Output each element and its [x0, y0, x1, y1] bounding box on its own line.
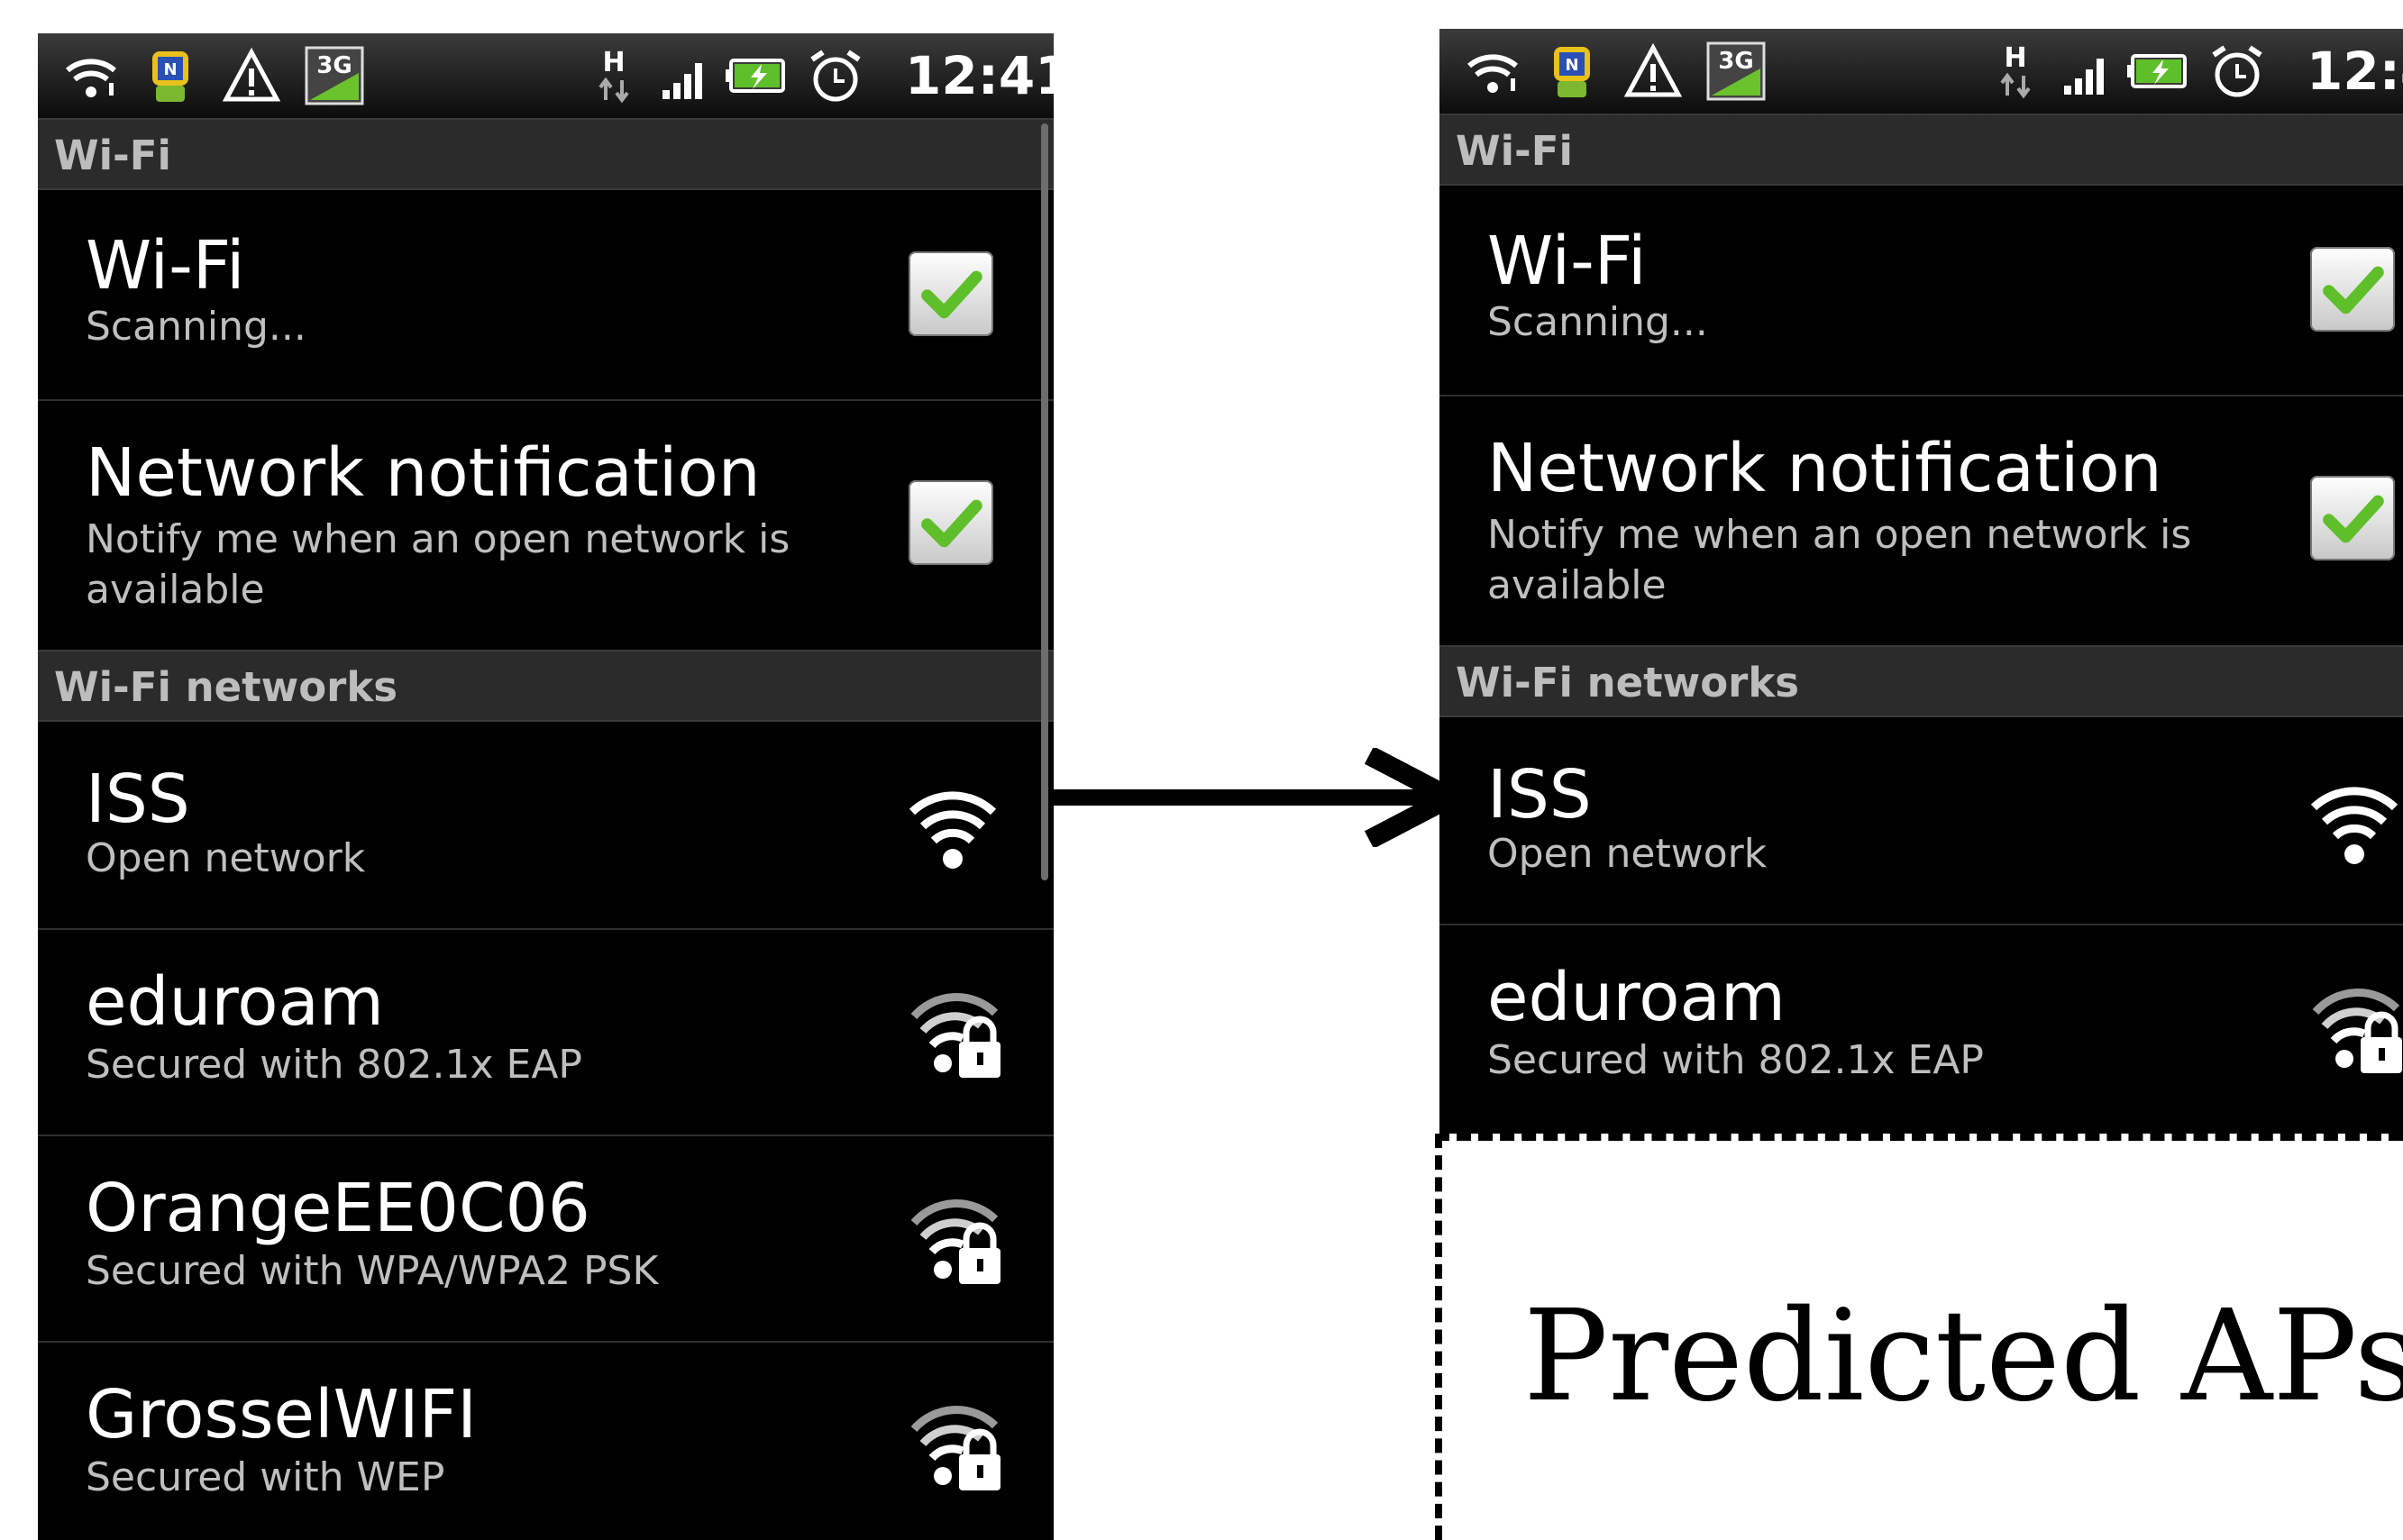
network-notification-title: Network notification	[86, 434, 761, 512]
predicted-aps-box: Predicted APs	[1435, 1134, 2403, 1540]
network-item[interactable]: GrosselWIFI Secured with WEP	[38, 1341, 1054, 1540]
3g-icon: 3G	[1703, 38, 1769, 105]
notification-app-icon: N	[1539, 38, 1605, 105]
network-item[interactable]: eduroam Secured with 802.1x EAP	[1439, 924, 2403, 1130]
network-notification-checkbox[interactable]	[909, 480, 993, 565]
network-notification-item[interactable]: Network notification Notify me when an o…	[1439, 395, 2403, 647]
wifi-toggle-subtitle: Scanning...	[1487, 299, 1708, 345]
check-icon	[2310, 247, 2395, 332]
scrollbar[interactable]	[1041, 123, 1048, 880]
phone-screen-before: N 3G H 12:41 Wi-Fi Wi-Fi Scanning... Net…	[38, 33, 1054, 1540]
network-status: Open network	[1487, 831, 1768, 877]
network-status: Secured with 802.1x EAP	[86, 1042, 582, 1088]
network-notification-title: Network notification	[1487, 430, 2162, 507]
h-data-icon: H	[580, 42, 647, 109]
status-bar: N 3G H 12:41	[38, 33, 1054, 118]
network-name: ISS	[86, 761, 190, 838]
signal-bars-icon	[651, 42, 717, 109]
predicted-aps-label: Predicted APs	[1523, 1283, 2403, 1430]
battery-charging-icon	[725, 42, 791, 109]
notification-app-icon: N	[137, 42, 204, 109]
network-notification-subtitle: Notify me when an open network is availa…	[86, 516, 790, 613]
wifi-signal-open-icon	[2305, 771, 2403, 870]
svg-text:N: N	[163, 60, 177, 79]
transition-arrow-icon	[1054, 748, 1472, 847]
section-header-wifi-networks: Wi-Fi networks	[38, 650, 1054, 722]
wifi-icon	[58, 42, 124, 109]
alarm-clock-icon	[802, 42, 869, 109]
wifi-signal-locked-icon	[909, 1395, 1008, 1494]
svg-text:H: H	[602, 47, 625, 78]
battery-charging-icon	[2126, 38, 2193, 105]
wifi-checkbox[interactable]	[909, 251, 993, 336]
wifi-signal-locked-icon	[909, 982, 1008, 1081]
check-icon	[2310, 476, 2395, 560]
network-item[interactable]: ISS Open network	[38, 722, 1054, 930]
check-icon	[909, 480, 993, 565]
network-status: Secured with WEP	[86, 1454, 445, 1500]
wifi-icon	[1459, 38, 1526, 105]
network-name: eduroam	[1487, 959, 1786, 1036]
network-notification-item[interactable]: Network notification Notify me when an o…	[38, 399, 1054, 652]
wifi-signal-locked-icon	[909, 1189, 1008, 1288]
wifi-checkbox[interactable]	[2310, 247, 2395, 332]
section-header-wifi: Wi-Fi	[38, 118, 1054, 190]
network-item[interactable]: eduroam Secured with 802.1x EAP	[38, 928, 1054, 1136]
wifi-signal-open-icon	[903, 776, 1002, 875]
wifi-toggle-item[interactable]: Wi-Fi Scanning...	[38, 190, 1054, 401]
status-time: 12:4	[2307, 41, 2403, 102]
network-item[interactable]: ISS Open network	[1439, 717, 2403, 925]
svg-text:3G: 3G	[316, 52, 352, 79]
status-bar: N 3G H 12:4	[1439, 29, 2403, 114]
network-name: GrosselWIFI	[86, 1376, 477, 1453]
section-header-wifi-networks: Wi-Fi networks	[1439, 645, 2403, 717]
network-name: eduroam	[86, 963, 384, 1041]
svg-text:H: H	[2004, 42, 2026, 74]
wifi-toggle-item[interactable]: Wi-Fi Scanning...	[1439, 186, 2403, 396]
wifi-toggle-title: Wi-Fi	[86, 227, 245, 305]
svg-text:3G: 3G	[1718, 48, 1753, 75]
network-notification-checkbox[interactable]	[2310, 476, 2395, 560]
3g-icon: 3G	[301, 42, 368, 109]
network-status: Secured with 802.1x EAP	[1487, 1037, 1984, 1083]
signal-bars-icon	[2052, 38, 2119, 105]
network-name: ISS	[1487, 756, 1592, 834]
network-item[interactable]: OrangeEE0C06 Secured with WPA/WPA2 PSK	[38, 1134, 1054, 1343]
status-time: 12:41	[905, 45, 1054, 106]
h-data-icon: H	[1982, 38, 2049, 105]
check-icon	[909, 251, 993, 336]
network-status: Secured with WPA/WPA2 PSK	[86, 1248, 659, 1294]
network-notification-subtitle: Notify me when an open network is availa…	[1487, 512, 2192, 608]
warning-icon	[1620, 38, 1686, 105]
section-header-wifi: Wi-Fi	[1439, 114, 2403, 186]
wifi-toggle-title: Wi-Fi	[1487, 223, 1647, 300]
svg-text:N: N	[1565, 56, 1578, 75]
wifi-toggle-subtitle: Scanning...	[86, 304, 306, 350]
wifi-signal-locked-icon	[2310, 978, 2403, 1077]
warning-icon	[218, 42, 285, 109]
alarm-clock-icon	[2204, 38, 2271, 105]
network-name: OrangeEE0C06	[86, 1170, 590, 1247]
network-status: Open network	[86, 835, 366, 881]
